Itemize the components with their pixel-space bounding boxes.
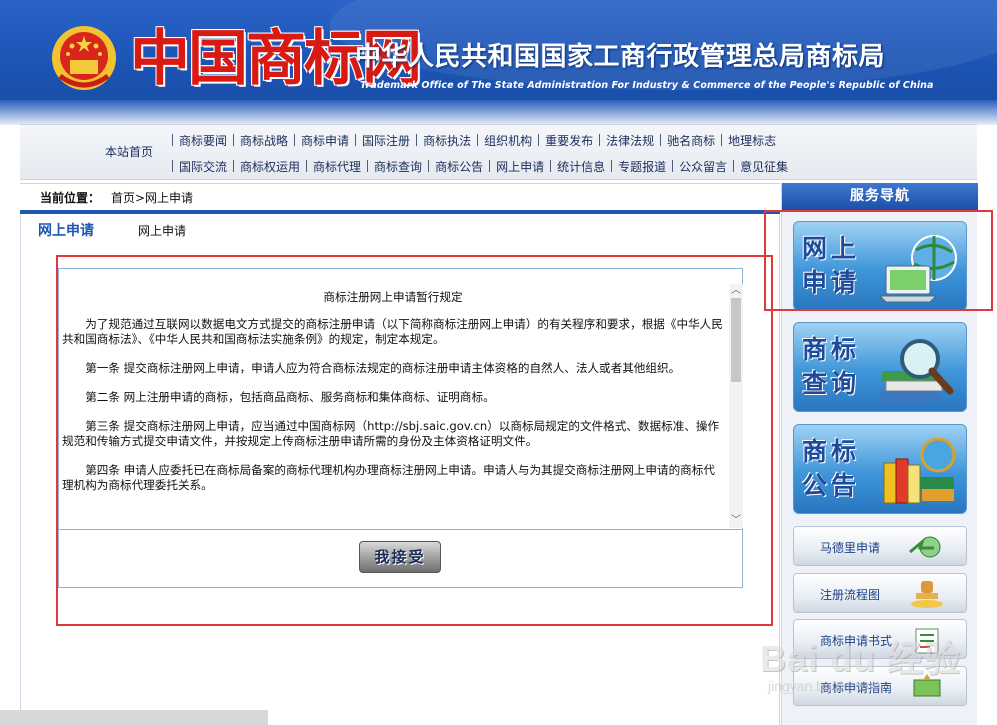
breadcrumb: 当前位置： 首页>网上申请: [20, 183, 780, 211]
nav-row-1: 商标要闻 商标战略 商标申请 国际注册 商标执法 组织机构 重要发布 法律法规 驰名商标 地理标志: [172, 131, 782, 149]
section-divider: [20, 210, 780, 214]
button-label: 商标申请书式: [820, 634, 893, 648]
button-label: 商标申请指南: [820, 681, 893, 695]
application-guide-button[interactable]: 商标申请指南: [793, 666, 967, 706]
nav-link[interactable]: 意见征集: [734, 158, 794, 175]
tile-label: 商标公告: [802, 437, 861, 500]
nav-link[interactable]: 商标战略: [234, 132, 294, 149]
nav-link[interactable]: 商标要闻: [173, 132, 233, 149]
registration-flowchart-button[interactable]: 注册流程图: [793, 573, 967, 613]
nav-row-2: 国际交流 商标权运用 商标代理 商标查询 商标公告 网上申请 统计信息 专题报道 公众留言 意见征…: [172, 157, 794, 175]
breadcrumb-label: 当前位置：: [40, 191, 101, 205]
nav-link[interactable]: 地理标志: [722, 132, 782, 149]
globe-arrow-icon: [909, 536, 941, 558]
header-banner: 中国商标网 中华人民共和国国家工商行政管理总局商标局 Trademark Off…: [0, 0, 997, 125]
nav-link[interactable]: 统计信息: [551, 158, 611, 175]
nav-link[interactable]: 重要发布: [539, 132, 599, 149]
nav-link[interactable]: 公众留言: [673, 158, 733, 175]
nav-link[interactable]: 商标查询: [368, 158, 428, 175]
organization-subtitle: Trademark Office of The State Administra…: [360, 80, 934, 91]
books-globe-icon: [883, 437, 956, 504]
tile-label: 商标查询: [802, 335, 861, 398]
banner-bottom-band: [0, 100, 997, 125]
document-icon: [915, 628, 939, 654]
nav-link[interactable]: 法律法规: [600, 132, 660, 149]
section-title: 网上申请: [38, 223, 94, 239]
nav-link[interactable]: 商标权运用: [234, 158, 306, 175]
content-left-border: [20, 214, 21, 725]
nav-link[interactable]: 商标申请: [295, 132, 355, 149]
nav-link[interactable]: 商标代理: [307, 158, 367, 175]
organization-title: 中华人民共和国国家工商行政管理总局商标局: [355, 42, 886, 72]
nav-link[interactable]: 专题报道: [612, 158, 672, 175]
highlight-box-agreement: [56, 255, 773, 626]
nav-link[interactable]: 国际交流: [173, 158, 233, 175]
nav-link[interactable]: 驰名商标: [661, 132, 721, 149]
horizontal-scrollbar[interactable]: [0, 710, 268, 725]
nav-link[interactable]: 网上申请: [490, 158, 550, 175]
nav-link[interactable]: 组织机构: [478, 132, 538, 149]
sidebar-heading: 服务导航: [782, 183, 978, 210]
nav-home-link[interactable]: 本站首页: [105, 143, 153, 160]
tile-trademark-search[interactable]: 商标查询: [793, 322, 967, 412]
application-forms-button[interactable]: 商标申请书式: [793, 619, 967, 659]
highlight-box-online-application: [764, 210, 993, 311]
button-label: 注册流程图: [820, 588, 881, 602]
tile-trademark-announcement[interactable]: 商标公告: [793, 424, 967, 514]
guide-book-icon: [913, 674, 941, 697]
national-emblem-icon: [52, 26, 116, 90]
nav-link[interactable]: 商标执法: [417, 132, 477, 149]
madrid-application-button[interactable]: 马德里申请: [793, 526, 967, 566]
stamp-icon: [911, 581, 943, 608]
section-subtitle: 网上申请: [138, 224, 187, 238]
main-navigation: 本站首页 商标要闻 商标战略 商标申请 国际注册 商标执法 组织机构 重要发布 法律法规 驰名商…: [20, 124, 977, 180]
breadcrumb-path[interactable]: 首页>网上申请: [111, 189, 193, 206]
button-label: 马德里申请: [820, 541, 881, 555]
magnifier-books-icon: [880, 339, 954, 401]
nav-link[interactable]: 商标公告: [429, 158, 489, 175]
nav-link[interactable]: 国际注册: [356, 132, 416, 149]
